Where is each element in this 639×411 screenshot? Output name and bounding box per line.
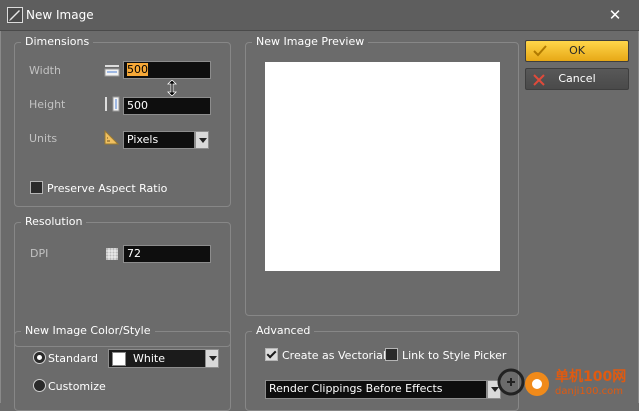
close-button[interactable]: ✕ <box>606 6 624 24</box>
advanced-title: Advanced <box>252 324 315 337</box>
standard-label: Standard <box>48 352 99 365</box>
render-value: Render Clippings Before Effects <box>269 382 443 395</box>
cancel-button[interactable]: Cancel <box>525 68 629 90</box>
preview-title: New Image Preview <box>252 35 369 48</box>
close-icon: ✕ <box>608 6 622 24</box>
checkmark-icon <box>533 44 547 58</box>
color-style-group: New Image Color/Style <box>14 324 231 411</box>
preserve-aspect-checkbox[interactable] <box>30 181 43 194</box>
watermark-line2: danji100.com <box>555 386 623 397</box>
height-icon <box>104 96 120 112</box>
color-swatch <box>112 352 126 366</box>
title-bar: New Image ✕ <box>0 0 639 31</box>
units-value: Pixels <box>127 133 159 146</box>
width-input[interactable]: 500 <box>123 61 211 79</box>
cancel-x-icon <box>533 73 545 86</box>
customize-radio[interactable] <box>33 379 46 392</box>
height-label: Height <box>29 98 66 111</box>
dimensions-title: Dimensions <box>21 35 94 48</box>
watermark-line1: 单机100网 <box>555 369 627 385</box>
create-vectorial-label: Create as Vectorial <box>282 349 386 362</box>
standard-radio[interactable] <box>33 351 46 364</box>
units-dropdown-arrow[interactable] <box>195 131 209 149</box>
color-value: White <box>133 352 165 365</box>
resolution-title: Resolution <box>21 215 87 228</box>
render-select[interactable]: Render Clippings Before Effects <box>265 380 487 399</box>
app-icon <box>7 7 23 23</box>
ruler-icon <box>104 129 120 146</box>
preview-canvas <box>265 62 500 271</box>
preserve-aspect-label: Preserve Aspect Ratio <box>47 182 168 195</box>
cancel-label: Cancel <box>558 72 596 85</box>
color-select[interactable]: White <box>108 349 206 368</box>
width-value: 500 <box>127 63 148 76</box>
dpi-input[interactable]: 72 <box>123 245 211 263</box>
resize-cursor-icon <box>167 79 177 97</box>
dpi-label: DPI <box>30 247 49 260</box>
link-style-label: Link to Style Picker <box>402 349 507 362</box>
dpi-grid-icon <box>104 246 120 262</box>
height-value: 500 <box>127 99 148 112</box>
new-image-dialog: Dimensions Width 500 Height 500 Units Pi… <box>0 31 639 411</box>
window-title: New Image <box>26 8 94 22</box>
dpi-value: 72 <box>127 247 141 260</box>
width-icon <box>104 62 120 78</box>
customize-label: Customize <box>48 380 106 393</box>
watermark-logo: 单机100网 danji100.com <box>497 364 639 403</box>
advanced-group: Advanced <box>245 324 519 411</box>
ok-label: OK <box>569 44 585 57</box>
create-vectorial-checkbox[interactable] <box>265 348 278 361</box>
units-select[interactable]: Pixels <box>123 131 195 149</box>
color-style-title: New Image Color/Style <box>21 324 155 337</box>
units-label: Units <box>29 132 58 145</box>
width-label: Width <box>29 64 61 77</box>
color-dropdown-arrow[interactable] <box>205 349 219 368</box>
ok-button[interactable]: OK <box>525 40 629 62</box>
link-style-checkbox[interactable] <box>385 348 398 361</box>
height-input[interactable]: 500 <box>123 97 211 115</box>
